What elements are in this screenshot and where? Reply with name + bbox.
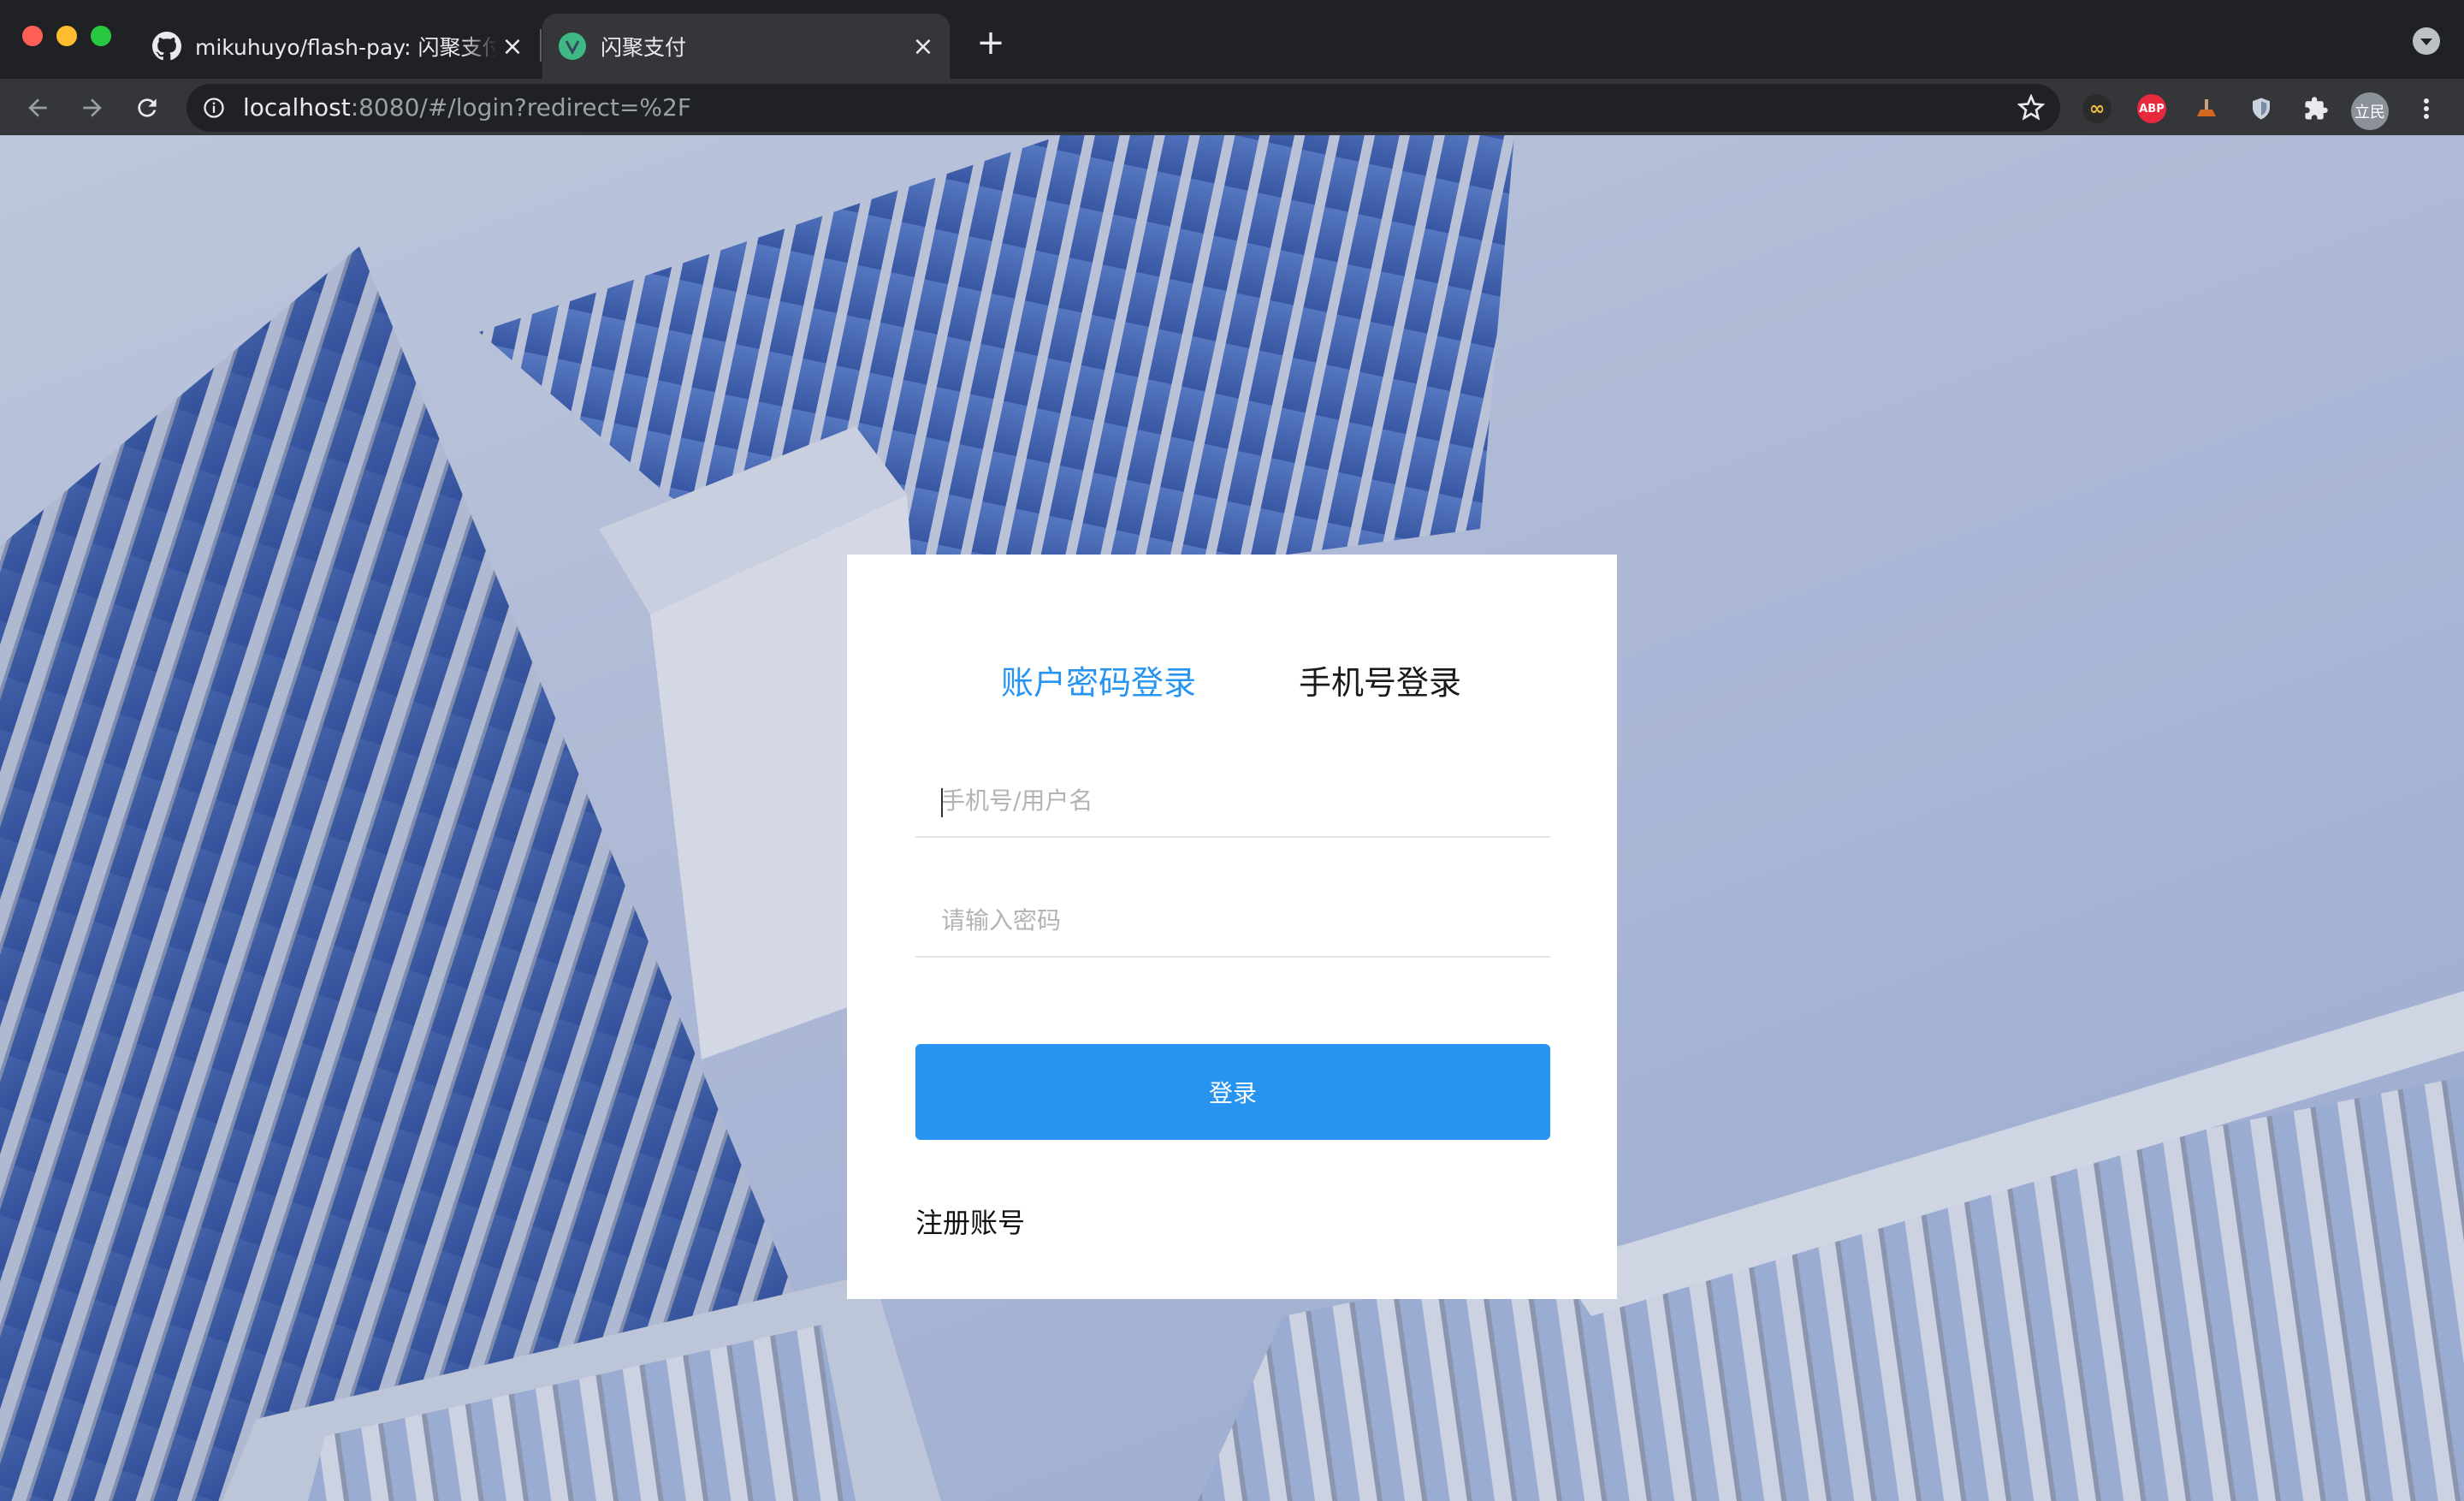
browser-menu-icon[interactable]: [2418, 96, 2435, 123]
login-page: 账户密码登录 手机号登录 登录 注册账号: [0, 135, 2464, 1501]
close-window-button[interactable]: [22, 26, 43, 46]
close-tab-icon[interactable]: ×: [909, 32, 938, 62]
login-mode-tabs: 账户密码登录 手机号登录: [847, 657, 1617, 709]
url-text: localhost:8080/#/login?redirect=%2F: [243, 84, 691, 132]
close-tab-icon[interactable]: ×: [498, 32, 527, 62]
arrow-right-icon: [83, 98, 102, 117]
minimize-window-button[interactable]: [56, 26, 77, 46]
tab-account-password-login[interactable]: 账户密码登录: [1001, 657, 1196, 709]
github-icon: [152, 32, 181, 61]
tab-title: mikuhuyo/flash-pay: 闪聚支付是: [195, 35, 498, 60]
browser-tab-github[interactable]: mikuhuyo/flash-pay: 闪聚支付是 ×: [137, 14, 539, 79]
reload-button[interactable]: [128, 89, 166, 127]
browser-toolbar: localhost:8080/#/login?redirect=%2F ∞ AB…: [0, 79, 2464, 135]
browser-tab-flashpay[interactable]: 闪聚支付 ×: [542, 14, 950, 79]
infinity-extension-icon[interactable]: ∞: [2082, 94, 2112, 123]
url-host: localhost: [243, 93, 351, 122]
adblock-plus-icon[interactable]: ABP: [2137, 94, 2166, 123]
extension-glyph: [2197, 99, 2216, 116]
address-bar[interactable]: localhost:8080/#/login?redirect=%2F: [187, 84, 2060, 132]
password-field: [915, 884, 1550, 958]
extension-icon[interactable]: [2192, 94, 2221, 123]
vue-favicon-icon: [559, 33, 586, 60]
login-card: 账户密码登录 手机号登录 登录 注册账号: [847, 555, 1617, 1299]
shield-glyph: [2253, 98, 2270, 120]
tab-phone-login[interactable]: 手机号登录: [1299, 657, 1461, 709]
text-caret: [941, 788, 943, 817]
login-button[interactable]: 登录: [915, 1044, 1550, 1140]
bookmark-star-icon[interactable]: [2017, 94, 2045, 122]
tab-separator: [540, 29, 542, 62]
back-button[interactable]: [19, 89, 56, 127]
tab-title: 闪聚支付: [601, 35, 687, 60]
puzzle-glyph: [2305, 97, 2328, 120]
puzzle-extensions-icon[interactable]: [2301, 94, 2331, 123]
arrow-left-icon: [28, 98, 47, 117]
username-input[interactable]: [915, 764, 1550, 836]
info-icon[interactable]: [202, 96, 226, 120]
maximize-window-button[interactable]: [91, 26, 111, 46]
password-input[interactable]: [915, 884, 1550, 956]
profile-avatar[interactable]: 立民: [2351, 92, 2389, 130]
url-path: :8080/#/login?redirect=%2F: [350, 93, 691, 122]
browser-tab-strip: mikuhuyo/flash-pay: 闪聚支付是 × 闪聚支付 × +: [0, 0, 2464, 79]
forward-button[interactable]: [74, 89, 111, 127]
reload-icon: [138, 98, 157, 117]
tab-search-icon[interactable]: [2413, 27, 2440, 55]
shield-extension-icon[interactable]: [2247, 94, 2276, 123]
new-tab-button[interactable]: +: [970, 26, 1011, 60]
username-field: [915, 764, 1550, 838]
register-account-link[interactable]: 注册账号: [915, 1201, 1025, 1241]
